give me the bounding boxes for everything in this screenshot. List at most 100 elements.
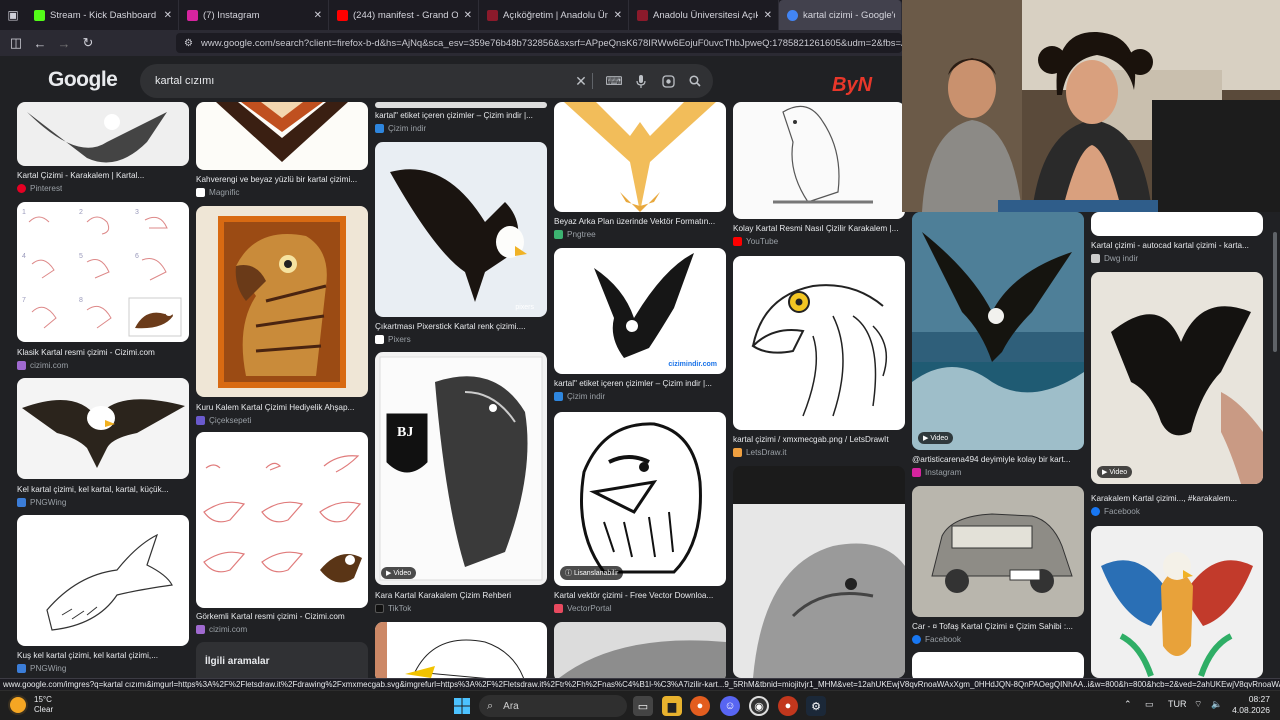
result-title[interactable]: Kartal Çizimi - Karakalem | Kartal...	[17, 171, 189, 180]
result-source[interactable]: Magnific	[196, 188, 240, 197]
google-logo[interactable]: Google	[48, 68, 118, 92]
result-source[interactable]: Facebook	[912, 635, 961, 644]
microphone-icon[interactable]	[633, 73, 649, 89]
result-source[interactable]: YouTube	[733, 237, 778, 246]
page-scrollbar[interactable]	[1273, 232, 1277, 352]
result-thumbnail[interactable]: BJ ▶ Video	[375, 352, 547, 585]
result-title[interactable]: Kel kartal çizimi, kel kartal, kartal, k…	[17, 485, 189, 494]
windows-start-icon[interactable]	[452, 696, 472, 716]
site-info-icon[interactable]: ⚙	[184, 38, 193, 49]
tab-youtube[interactable]: (244) manifest - Grand Opening ✕	[329, 0, 479, 30]
result-thumbnail[interactable]	[912, 652, 1084, 678]
firefox-alt-icon[interactable]: ●	[778, 696, 798, 716]
weather-widget[interactable]: 15°C Clear	[10, 695, 53, 715]
result-source[interactable]: PNGWing	[17, 498, 66, 507]
result-thumbnail[interactable]: pixers	[375, 142, 547, 317]
result-title[interactable]: Çıkartması Pixerstick Kartal renk çizimi…	[375, 322, 547, 331]
result-source[interactable]: Çiçeksepeti	[196, 416, 251, 425]
result-title[interactable]: @artisticarena494 deyimiyle kolay bir ka…	[912, 455, 1084, 464]
volume-icon[interactable]: 🔈	[1211, 699, 1222, 710]
result-title[interactable]: kartal" etiket içeren çizimler – Çizim i…	[554, 379, 726, 388]
result-title[interactable]: Kartal çizimi - autocad kartal çizimi - …	[1091, 241, 1263, 250]
tab-kick[interactable]: Stream - Kick Dashboard ✕	[26, 0, 179, 30]
url-bar[interactable]: ⚙ www.google.com/search?client=firefox-b…	[176, 33, 902, 53]
task-view-icon[interactable]: ▭	[633, 696, 653, 716]
result-thumbnail[interactable]	[196, 432, 368, 608]
result-thumbnail[interactable]	[554, 622, 726, 678]
result-thumbnail[interactable]	[1091, 526, 1263, 678]
obs-icon[interactable]: ◉	[749, 696, 769, 716]
tab-overview-icon[interactable]: ▣	[0, 0, 26, 30]
search-input[interactable]: kartal cızımı	[155, 75, 214, 87]
steam-icon[interactable]: ⚙	[806, 696, 826, 716]
result-title[interactable]: Kolay Kartal Resmi Nasıl Çizilir Karakal…	[733, 224, 905, 233]
result-thumbnail[interactable]: ▶ Video	[912, 212, 1084, 450]
result-thumbnail[interactable]: ⓘ Lisanslanabilir	[554, 412, 726, 586]
result-title[interactable]: Kartal vektör çizimi - Free Vector Downl…	[554, 591, 726, 600]
result-title[interactable]: Karakalem Kartal çizimi..., #karakalem..…	[1091, 494, 1263, 503]
result-title[interactable]: Klasik Kartal resmi çizimi - Cizimi.com	[17, 348, 189, 357]
result-source[interactable]: Pixers	[375, 335, 411, 344]
tab-acikogretim[interactable]: Açıköğretim | Anadolu Üniversitesi ✕	[479, 0, 629, 30]
tray-overflow-icon[interactable]: ⌃	[1124, 699, 1132, 710]
result-title[interactable]: Beyaz Arka Plan üzerinde Vektör Formatın…	[554, 217, 726, 226]
result-thumbnail[interactable]	[733, 466, 905, 678]
system-clock[interactable]: 08:27 4.08.2026	[1226, 694, 1270, 716]
lens-icon[interactable]	[660, 73, 676, 89]
close-icon[interactable]: ✕	[614, 10, 622, 21]
result-thumbnail[interactable]	[17, 102, 189, 166]
result-thumbnail[interactable]	[17, 378, 189, 479]
search-box[interactable]: kartal cızımı ✕ ⌨	[140, 64, 713, 98]
tab-google[interactable]: kartal cizimi - Google'da Ara	[779, 0, 902, 30]
result-title[interactable]: Görkemli Kartal resmi çizimi - Cizimi.co…	[196, 612, 368, 621]
result-source[interactable]: LetsDraw.it	[733, 448, 787, 457]
result-thumbnail[interactable]	[733, 256, 905, 430]
result-thumbnail[interactable]	[375, 622, 547, 678]
taskbar-search[interactable]: ⌕ Ara	[479, 695, 627, 717]
result-title[interactable]: Kuru Kalem Kartal Çizimi Hediyelik Ahşap…	[196, 403, 368, 412]
result-source[interactable]: PNGWing	[17, 664, 66, 673]
result-title[interactable]: Kara Kartal Karakalem Çizim Rehberi	[375, 591, 547, 600]
close-icon[interactable]: ✕	[464, 10, 472, 21]
result-title[interactable]: Kuş kel kartal çizimi, kel kartal çizimi…	[17, 651, 189, 660]
close-icon[interactable]: ✕	[164, 10, 172, 21]
result-thumbnail[interactable]	[733, 102, 905, 219]
discord-icon[interactable]: ☺	[720, 696, 740, 716]
result-thumbnail[interactable]: cizimindir.com	[554, 248, 726, 374]
result-thumbnail[interactable]	[196, 206, 368, 397]
result-source[interactable]: cizimi.com	[17, 361, 68, 370]
result-title[interactable]: Car - ¤ Tofaş Kartal Çizimi ¤ Çizim Sahi…	[912, 622, 1084, 631]
close-icon[interactable]: ✕	[764, 10, 772, 21]
result-thumbnail[interactable]	[375, 102, 547, 108]
result-source[interactable]: Pngtree	[554, 230, 596, 239]
result-source[interactable]: Pinterest	[17, 184, 62, 193]
result-thumbnail[interactable]	[17, 515, 189, 646]
result-thumbnail[interactable]: 1 2 3 4 5 6 7 8	[17, 202, 189, 342]
language-indicator[interactable]: TUR	[1168, 699, 1187, 709]
wifi-icon[interactable]: ⌔	[1194, 699, 1202, 710]
result-title[interactable]: kartal çizimi / xmxmecgab.png / LetsDraw…	[733, 435, 905, 444]
firefox-icon[interactable]: ●	[690, 696, 710, 716]
result-source[interactable]: Instagram	[912, 468, 961, 477]
reload-icon[interactable]: ↻	[76, 30, 100, 56]
result-source[interactable]: Dwg indir	[1091, 254, 1138, 263]
network-icon[interactable]: ▭	[1145, 699, 1154, 710]
result-title[interactable]: kartal" etiket içeren çizimler – Çizim i…	[375, 111, 547, 120]
sidebar-toggle-icon[interactable]: ◫	[4, 30, 28, 56]
tab-instagram[interactable]: (7) Instagram ✕	[179, 0, 329, 30]
file-explorer-icon[interactable]: ▆	[662, 696, 682, 716]
clear-icon[interactable]: ✕	[573, 73, 589, 89]
result-source[interactable]: cizimi.com	[196, 625, 247, 634]
result-thumbnail[interactable]: ▶ Video	[1091, 272, 1263, 484]
result-thumbnail[interactable]	[1091, 212, 1263, 236]
result-source[interactable]: TikTok	[375, 604, 411, 613]
back-icon[interactable]: ←	[28, 30, 52, 56]
result-thumbnail[interactable]	[912, 486, 1084, 617]
result-source[interactable]: Facebook	[1091, 507, 1140, 516]
keyboard-icon[interactable]: ⌨	[605, 73, 622, 89]
result-title[interactable]: Kahverengi ve beyaz yüzlü bir kartal çiz…	[196, 175, 368, 184]
close-icon[interactable]: ✕	[314, 10, 322, 21]
search-icon[interactable]	[687, 73, 703, 89]
result-thumbnail[interactable]	[554, 102, 726, 212]
result-source[interactable]: Çizim indir	[554, 392, 605, 401]
